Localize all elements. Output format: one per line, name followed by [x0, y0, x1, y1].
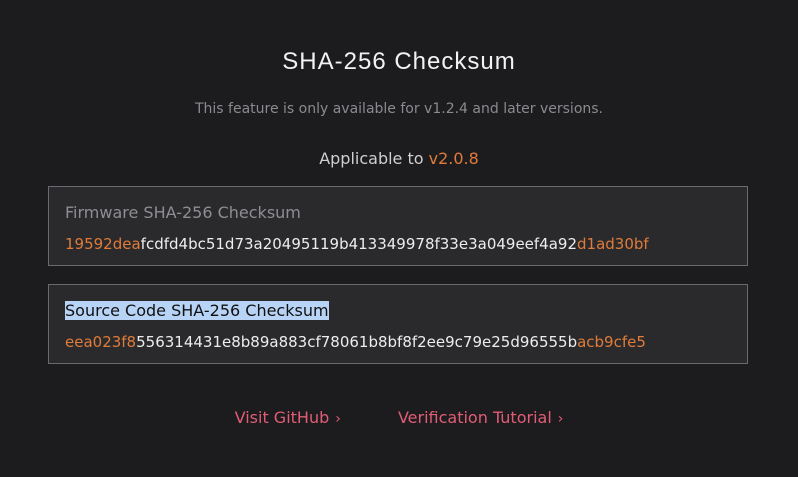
availability-note: This feature is only available for v1.2.… — [194, 101, 604, 117]
firmware-checksum-value[interactable]: 19592deafcdfd4bc51d73a20495119b413349978… — [65, 235, 649, 253]
page-title: SHA-256 Checksum — [282, 48, 516, 75]
firmware-checksum-label: Firmware SHA-256 Checksum — [65, 203, 301, 222]
source-code-checksum-card: Source Code SHA-256 Checksum eea023f8556… — [48, 284, 748, 364]
visit-github-label: Visit GitHub — [234, 408, 330, 427]
chevron-right-icon: › — [335, 411, 341, 427]
source-code-checksum-value[interactable]: eea023f8556314431e8b89a883cf78061b8bf8f2… — [65, 333, 646, 351]
applicable-prefix: Applicable to — [319, 149, 429, 168]
applicable-version: v2.0.8 — [428, 149, 479, 168]
checksum-page: SHA-256 Checksum This feature is only av… — [0, 0, 798, 477]
hash-end: acb9cfe5 — [577, 333, 646, 351]
hash-middle: fcdfd4bc51d73a20495119b413349978f33e3a04… — [140, 235, 578, 253]
footer-links: Visit GitHub › Verification Tutorial › — [0, 408, 798, 427]
visit-github-link[interactable]: Visit GitHub › — [235, 408, 341, 427]
hash-end: d1ad30bf — [577, 235, 649, 253]
hash-start: eea023f8 — [65, 333, 137, 351]
verification-tutorial-label: Verification Tutorial — [397, 408, 552, 427]
firmware-checksum-card: Firmware SHA-256 Checksum 19592deafcdfd4… — [48, 186, 748, 266]
hash-middle: 556314431e8b89a883cf78061b8bf8f2ee9c79e2… — [136, 333, 578, 351]
chevron-right-icon: › — [557, 411, 564, 427]
source-code-checksum-label: Source Code SHA-256 Checksum — [65, 301, 329, 320]
applicable-version-line: Applicable to v2.0.8 — [0, 149, 798, 168]
hash-start: 19592dea — [65, 235, 141, 253]
verification-tutorial-link[interactable]: Verification Tutorial › — [398, 408, 563, 427]
